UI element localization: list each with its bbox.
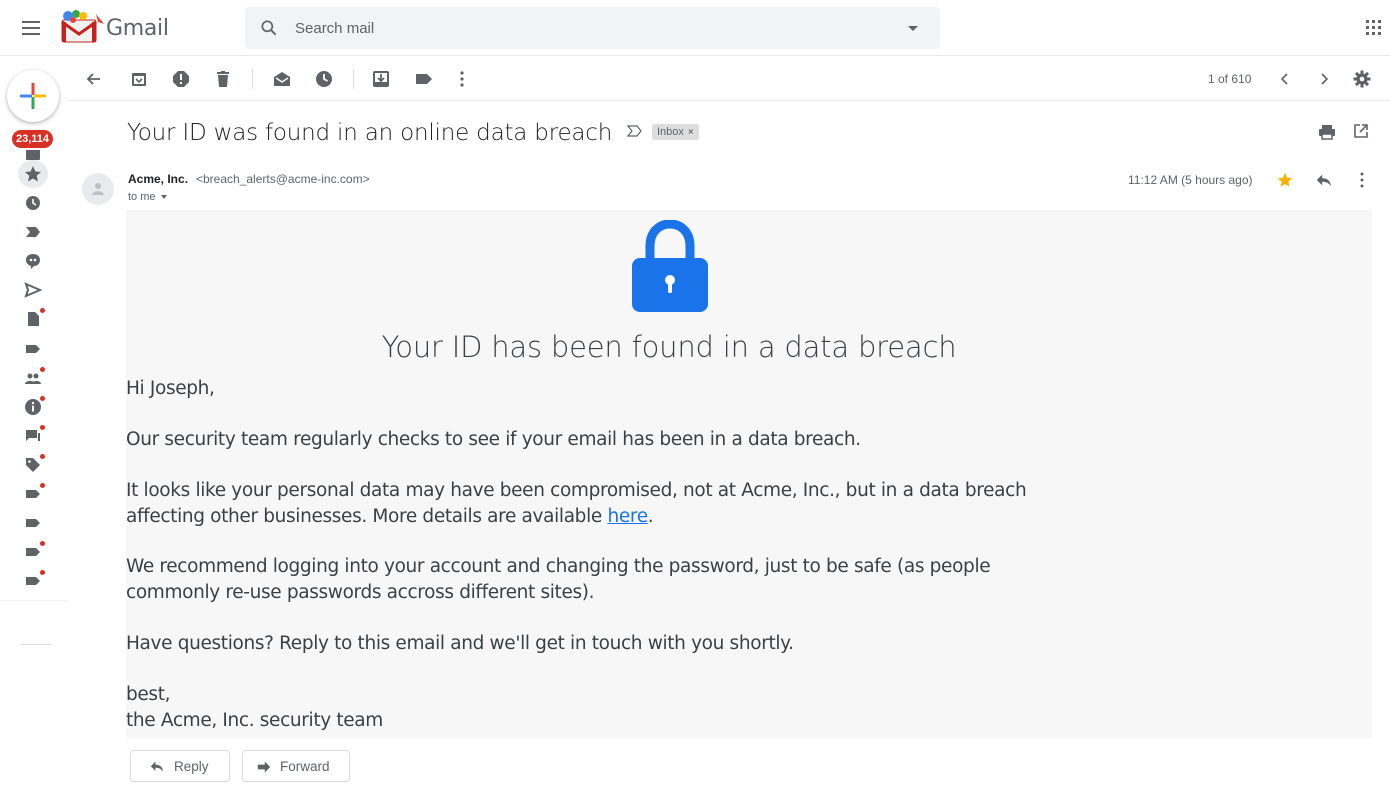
signature-block: best, the Acme, Inc. security team <box>126 682 383 734</box>
rail-divider <box>0 600 68 601</box>
mark-unread-icon[interactable] <box>272 69 292 89</box>
forums-notification-dot <box>39 424 46 431</box>
signature: the Acme, Inc. security team <box>126 710 383 731</box>
label-icon[interactable] <box>23 540 46 562</box>
paragraph-3-line-2: commonly re-use passwords accross differ… <box>126 582 595 603</box>
inbox-unread-count[interactable]: 23,114 <box>12 130 54 148</box>
newer-chevron-icon[interactable] <box>1275 69 1295 89</box>
main-menu-icon[interactable] <box>22 20 42 36</box>
forward-arrow-icon <box>257 761 271 773</box>
label-notification-dot <box>39 482 46 489</box>
forward-button-label: Forward <box>280 759 330 774</box>
compose-button[interactable] <box>7 70 59 122</box>
google-apps-icon[interactable] <box>1366 20 1382 36</box>
toolbar-separator <box>353 69 354 89</box>
body-paragraph-4: Have questions? Reply to this email and … <box>126 633 794 654</box>
chevron-down-icon <box>160 195 167 200</box>
drafts-notification-dot <box>39 307 46 314</box>
paragraph-2-line-1: It looks like your personal data may hav… <box>126 480 1027 501</box>
sender-email: <breach_alerts@acme-inc.com> <box>196 172 370 186</box>
greeting: Hi Joseph, <box>126 378 215 399</box>
recipient-text: to me <box>128 191 156 203</box>
settings-gear-icon[interactable] <box>1352 69 1372 89</box>
sent-icon[interactable] <box>23 280 43 300</box>
labels-icon[interactable] <box>414 69 434 89</box>
archive-icon[interactable] <box>129 69 149 89</box>
top-bar: Gmail <box>0 0 1390 56</box>
message-toolbar: 1 of 610 <box>68 57 1390 101</box>
email-body <box>126 210 1372 738</box>
email-subject: Your ID was found in an online data brea… <box>127 120 613 146</box>
promotions-icon[interactable] <box>23 453 46 475</box>
remove-label-icon[interactable]: × <box>688 127 694 138</box>
snooze-icon[interactable] <box>314 69 334 89</box>
back-arrow-icon[interactable] <box>84 69 104 89</box>
paragraph-2-line-2: affecting other businesses. More details… <box>126 504 1026 530</box>
label-notification-dot <box>39 540 46 547</box>
sender-name[interactable]: Acme, Inc. <box>128 172 188 186</box>
label-icon[interactable] <box>23 513 43 533</box>
paragraph-2-end: . <box>647 506 654 527</box>
updates-icon[interactable] <box>23 395 46 417</box>
reply-button[interactable]: Reply <box>130 750 230 782</box>
chats-icon[interactable] <box>23 251 43 271</box>
search-input[interactable] <box>295 7 895 49</box>
body-paragraph-1: Our security team regularly checks to se… <box>126 429 861 450</box>
forums-icon[interactable] <box>23 424 46 446</box>
social-notification-dot <box>39 366 46 373</box>
signoff: best, <box>126 684 171 705</box>
promotions-notification-dot <box>39 453 46 460</box>
drafts-icon[interactable] <box>23 307 46 329</box>
delete-icon[interactable] <box>213 69 233 89</box>
starred-icon[interactable] <box>23 164 43 184</box>
search-options-dropdown-icon[interactable] <box>908 26 918 31</box>
gmail-envelope-icon <box>61 10 104 43</box>
star-icon[interactable] <box>1276 171 1294 189</box>
toolbar-separator <box>252 69 253 89</box>
pagination-text: 1 of 610 <box>1208 72 1252 86</box>
inbox-label-chip[interactable]: Inbox × <box>652 124 699 140</box>
label-icon[interactable] <box>23 569 46 591</box>
reply-button-label: Reply <box>174 759 209 774</box>
label-icon[interactable] <box>23 339 43 359</box>
more-options-icon[interactable] <box>456 69 468 89</box>
open-in-new-window-icon[interactable] <box>1353 123 1369 139</box>
gmail-wordmark: Gmail <box>106 16 169 41</box>
message-timestamp: 11:12 AM (5 hours ago) <box>1128 173 1253 187</box>
older-chevron-icon[interactable] <box>1314 69 1334 89</box>
body-heading: Your ID has been found in a data breach <box>381 330 957 364</box>
gmail-logo[interactable]: Gmail <box>60 10 170 44</box>
sender-avatar[interactable] <box>82 173 114 205</box>
plus-icon <box>20 83 46 109</box>
paragraph-2-text: affecting other businesses. More details… <box>126 506 608 527</box>
forward-button[interactable]: Forward <box>242 750 350 782</box>
body-paragraph-3: We recommend logging into your account a… <box>126 554 991 606</box>
recipient-details-toggle[interactable]: to me <box>128 191 167 203</box>
importance-marker-icon[interactable] <box>627 124 643 138</box>
report-spam-icon[interactable] <box>171 69 191 89</box>
move-to-icon[interactable] <box>371 69 391 89</box>
more-actions-icon[interactable] <box>1356 171 1368 189</box>
reply-arrow-icon <box>150 761 164 772</box>
rail-divider <box>20 644 52 645</box>
search-icon[interactable] <box>259 18 279 38</box>
details-link[interactable]: here <box>607 506 648 527</box>
social-icon[interactable] <box>23 366 46 388</box>
lock-icon <box>632 220 708 312</box>
body-paragraph-2: It looks like your personal data may hav… <box>126 478 1027 530</box>
print-icon[interactable] <box>1318 123 1336 141</box>
search-bar[interactable] <box>245 7 940 49</box>
label-icon[interactable] <box>23 482 46 504</box>
label-notification-dot <box>39 569 46 576</box>
updates-notification-dot <box>39 395 46 402</box>
important-icon[interactable] <box>23 222 43 242</box>
reply-icon[interactable] <box>1315 171 1333 189</box>
paragraph-3-line-1: We recommend logging into your account a… <box>126 556 991 577</box>
inbox-label-text: Inbox <box>657 126 684 138</box>
snoozed-icon[interactable] <box>23 193 43 213</box>
person-icon <box>92 183 104 195</box>
